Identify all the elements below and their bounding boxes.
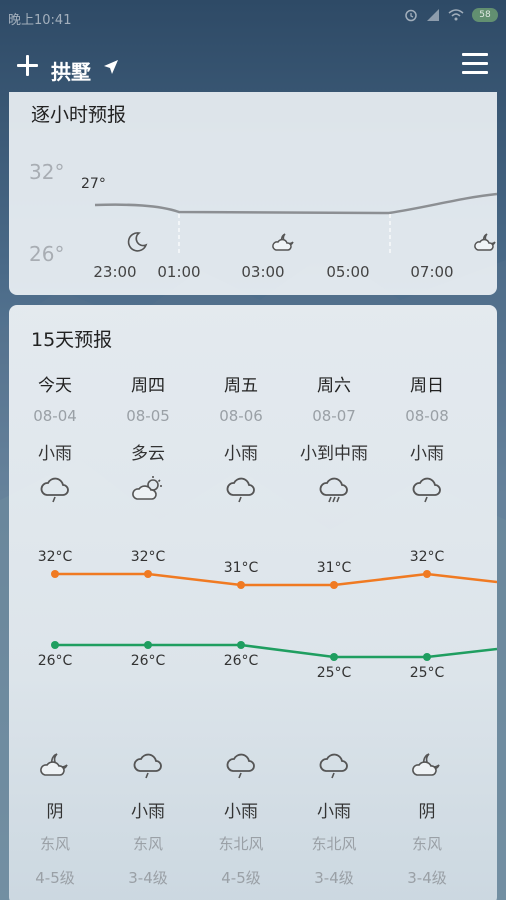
wind-direction: 东风 — [39, 835, 70, 853]
day-name: 今天 — [38, 376, 72, 396]
hour-label: 03:00 — [241, 263, 285, 281]
high-temp-point — [237, 581, 245, 589]
wind-level: 3-4级 — [314, 869, 354, 887]
status-icons: 58 — [404, 8, 498, 22]
hour-label: 05:00 — [326, 263, 370, 281]
low-temp-label: 26°C — [223, 653, 259, 669]
alarm-icon — [405, 9, 417, 22]
night-weather: 小雨 — [317, 802, 351, 822]
header: 拱墅 — [0, 48, 506, 88]
day-weather: 小雨 — [224, 444, 258, 464]
day-weather: 小雨 — [38, 444, 72, 464]
wind-direction: 东北风 — [218, 835, 264, 853]
hour-label: 23:00 — [93, 263, 137, 281]
location-arrow-icon — [104, 60, 118, 74]
day-date: 08-06 — [219, 407, 263, 425]
hourly-forecast-card[interactable]: 逐小时预报 32° 26° 27° 23:00 01:00 03:00 05:0… — [9, 92, 497, 295]
low-temp-point — [144, 641, 152, 649]
signal-icon — [427, 9, 439, 21]
daily-forecast-card[interactable]: 15天预报 今天 08-04 小雨 32°C 26°C 阴 东风 4-5级 周四… — [9, 305, 497, 900]
light-rain-icon — [133, 753, 162, 779]
cloudy-night-icon — [474, 233, 496, 251]
status-bar: 晚上10:41 58 — [0, 0, 506, 34]
day-name: 周六 — [317, 376, 351, 396]
light-rain-icon — [226, 477, 255, 503]
night-weather: 阴 — [418, 802, 436, 822]
high-temp-point — [144, 570, 152, 578]
low-temp-label: 25°C — [316, 665, 352, 681]
light-rain-icon — [40, 477, 69, 503]
city-name[interactable]: 拱墅 — [51, 56, 91, 85]
low-temp-label: 26°C — [37, 653, 73, 669]
day-weather: 小雨 — [410, 444, 444, 464]
night-weather: 小雨 — [131, 802, 165, 822]
high-temp-point — [330, 581, 338, 589]
hour-label: 01:00 — [157, 263, 201, 281]
day-name: 周四 — [131, 376, 165, 396]
low-temp-point — [423, 653, 431, 661]
low-temp-label: 26°C — [130, 653, 166, 669]
light-rain-icon — [226, 753, 255, 779]
day-weather: 小到中雨 — [300, 444, 368, 464]
high-temp-point — [423, 570, 431, 578]
day-name: 周五 — [224, 376, 258, 396]
day-date: 08-04 — [33, 407, 77, 425]
day-name: 周日 — [410, 376, 444, 396]
cloudy-night-icon — [40, 753, 68, 776]
moon-icon — [127, 232, 148, 252]
low-temp-point — [51, 641, 59, 649]
wind-level: 4-5级 — [221, 869, 261, 887]
wind-level: 3-4级 — [407, 869, 447, 887]
day-date: 08-05 — [126, 407, 170, 425]
light-rain-icon — [412, 477, 441, 503]
day-date: 08-08 — [405, 407, 449, 425]
wind-direction: 东北风 — [311, 835, 357, 853]
partly-cloudy-icon — [132, 476, 162, 500]
wind-level: 3-4级 — [128, 869, 168, 887]
low-temp-point — [330, 653, 338, 661]
wifi-icon — [448, 9, 464, 21]
high-temp-label: 32°C — [130, 549, 166, 565]
low-temp-label: 25°C — [409, 665, 445, 681]
cloudy-night-icon — [272, 233, 294, 251]
status-time: 晚上10:41 — [8, 13, 72, 28]
battery-icon: 58 — [472, 8, 498, 22]
high-temp-label: 31°C — [223, 560, 259, 576]
low-temp-point — [237, 641, 245, 649]
night-weather: 阴 — [46, 802, 64, 822]
high-temp-label: 32°C — [37, 549, 73, 565]
wind-level: 4-5级 — [35, 869, 75, 887]
high-temp-label: 31°C — [316, 560, 352, 576]
wind-direction: 东风 — [411, 835, 442, 853]
hour-label: 07:00 — [410, 263, 454, 281]
high-temp-label: 32°C — [409, 549, 445, 565]
high-temp-point — [51, 570, 59, 578]
day-weather: 多云 — [131, 444, 165, 464]
light-rain-icon — [319, 753, 348, 779]
night-weather: 小雨 — [224, 802, 258, 822]
cloudy-night-icon — [412, 753, 440, 776]
menu-button[interactable] — [462, 53, 488, 75]
add-city-button[interactable] — [14, 52, 42, 80]
moderate-rain-icon — [319, 477, 348, 503]
wind-direction: 东风 — [132, 835, 163, 853]
day-date: 08-07 — [312, 407, 356, 425]
